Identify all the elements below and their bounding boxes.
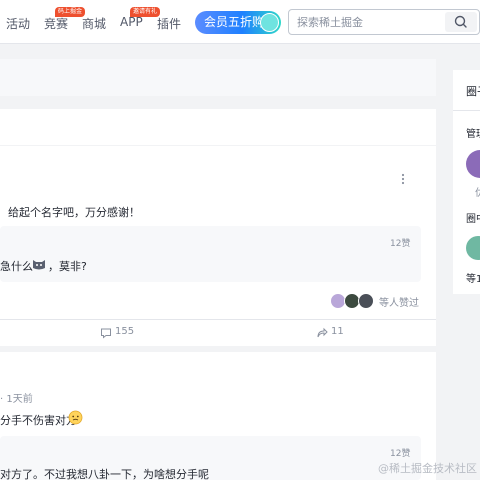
more-icon[interactable]	[400, 172, 406, 186]
comment-bubble: 12赞 对方了。不过我想八卦一下，为啥想分手呢	[0, 436, 421, 480]
nav-item-plugins[interactable]: 插件	[157, 15, 181, 32]
search-box	[288, 9, 480, 35]
post-content: 给起个名字吧，万分感谢！	[8, 206, 140, 219]
filter-strip	[0, 59, 436, 96]
manager-name: 优	[475, 184, 480, 199]
top-nav-bar: 活动 竞赛 码上掘金 商城 APP 邀请有礼 插件 会员五折购	[0, 0, 480, 44]
nav-item-contest[interactable]: 竞赛	[44, 15, 68, 32]
member-count: 等1	[466, 274, 480, 285]
comment-likes[interactable]: 12赞	[390, 446, 410, 459]
liked-by-text: 等人赞过	[379, 298, 419, 309]
contest-badge: 码上掘金	[55, 7, 86, 17]
comment-icon	[101, 328, 111, 339]
watermark: @稀土掘金技术社区	[378, 462, 477, 475]
post-card-1: 给起个名字吧，万分感谢！ 12赞 急什么 ，莫非? 等人赞过 155 11	[0, 146, 436, 346]
nav-item-shop[interactable]: 商城	[82, 15, 106, 32]
emoji-icon	[68, 410, 83, 425]
share-icon	[317, 327, 328, 338]
member-avatar[interactable]	[466, 236, 480, 260]
manager-avatar[interactable]	[466, 150, 480, 178]
comment-suffix: ，莫非?	[48, 260, 87, 273]
comment-text: 急什么	[0, 260, 33, 273]
post-card-2: · 1天前 分手不伤害对方 12赞 对方了。不过我想八卦一下，为啥想分手呢	[0, 352, 436, 480]
share-count: 11	[331, 326, 344, 337]
cat-emoji-icon	[33, 260, 45, 270]
manager-label: 管理	[466, 129, 480, 140]
comment-likes[interactable]: 12赞	[390, 236, 410, 249]
app-badge: 邀请有礼	[130, 7, 161, 17]
section-header	[0, 109, 436, 145]
search-icon	[454, 15, 467, 28]
liker-avatar-3[interactable]	[358, 293, 374, 309]
nav-item-activity[interactable]: 活动	[6, 15, 30, 32]
sidebar-title: 圈子	[466, 85, 480, 98]
vip-discount-button[interactable]: 会员五折购	[195, 11, 281, 34]
comment-bubble: 12赞 急什么 ，莫非?	[0, 226, 421, 282]
post-time: · 1天前	[0, 394, 33, 405]
post-content: 分手不伤害对方	[0, 414, 77, 427]
search-input[interactable]	[297, 14, 437, 30]
action-divider	[0, 319, 436, 320]
comment-count: 155	[115, 326, 135, 337]
sidebar-divider	[453, 110, 480, 111]
comment-text: 对方了。不过我想八卦一下，为啥想分手呢	[0, 468, 209, 480]
search-button[interactable]	[445, 12, 477, 32]
members-label: 圈中	[466, 214, 480, 225]
vip-mascot-icon	[260, 13, 279, 32]
vip-button-label: 会员五折购	[204, 15, 265, 29]
circle-sidebar: 圈子 管理 优 圈中 等1	[453, 70, 480, 294]
nav-item-app[interactable]: APP	[120, 15, 143, 29]
